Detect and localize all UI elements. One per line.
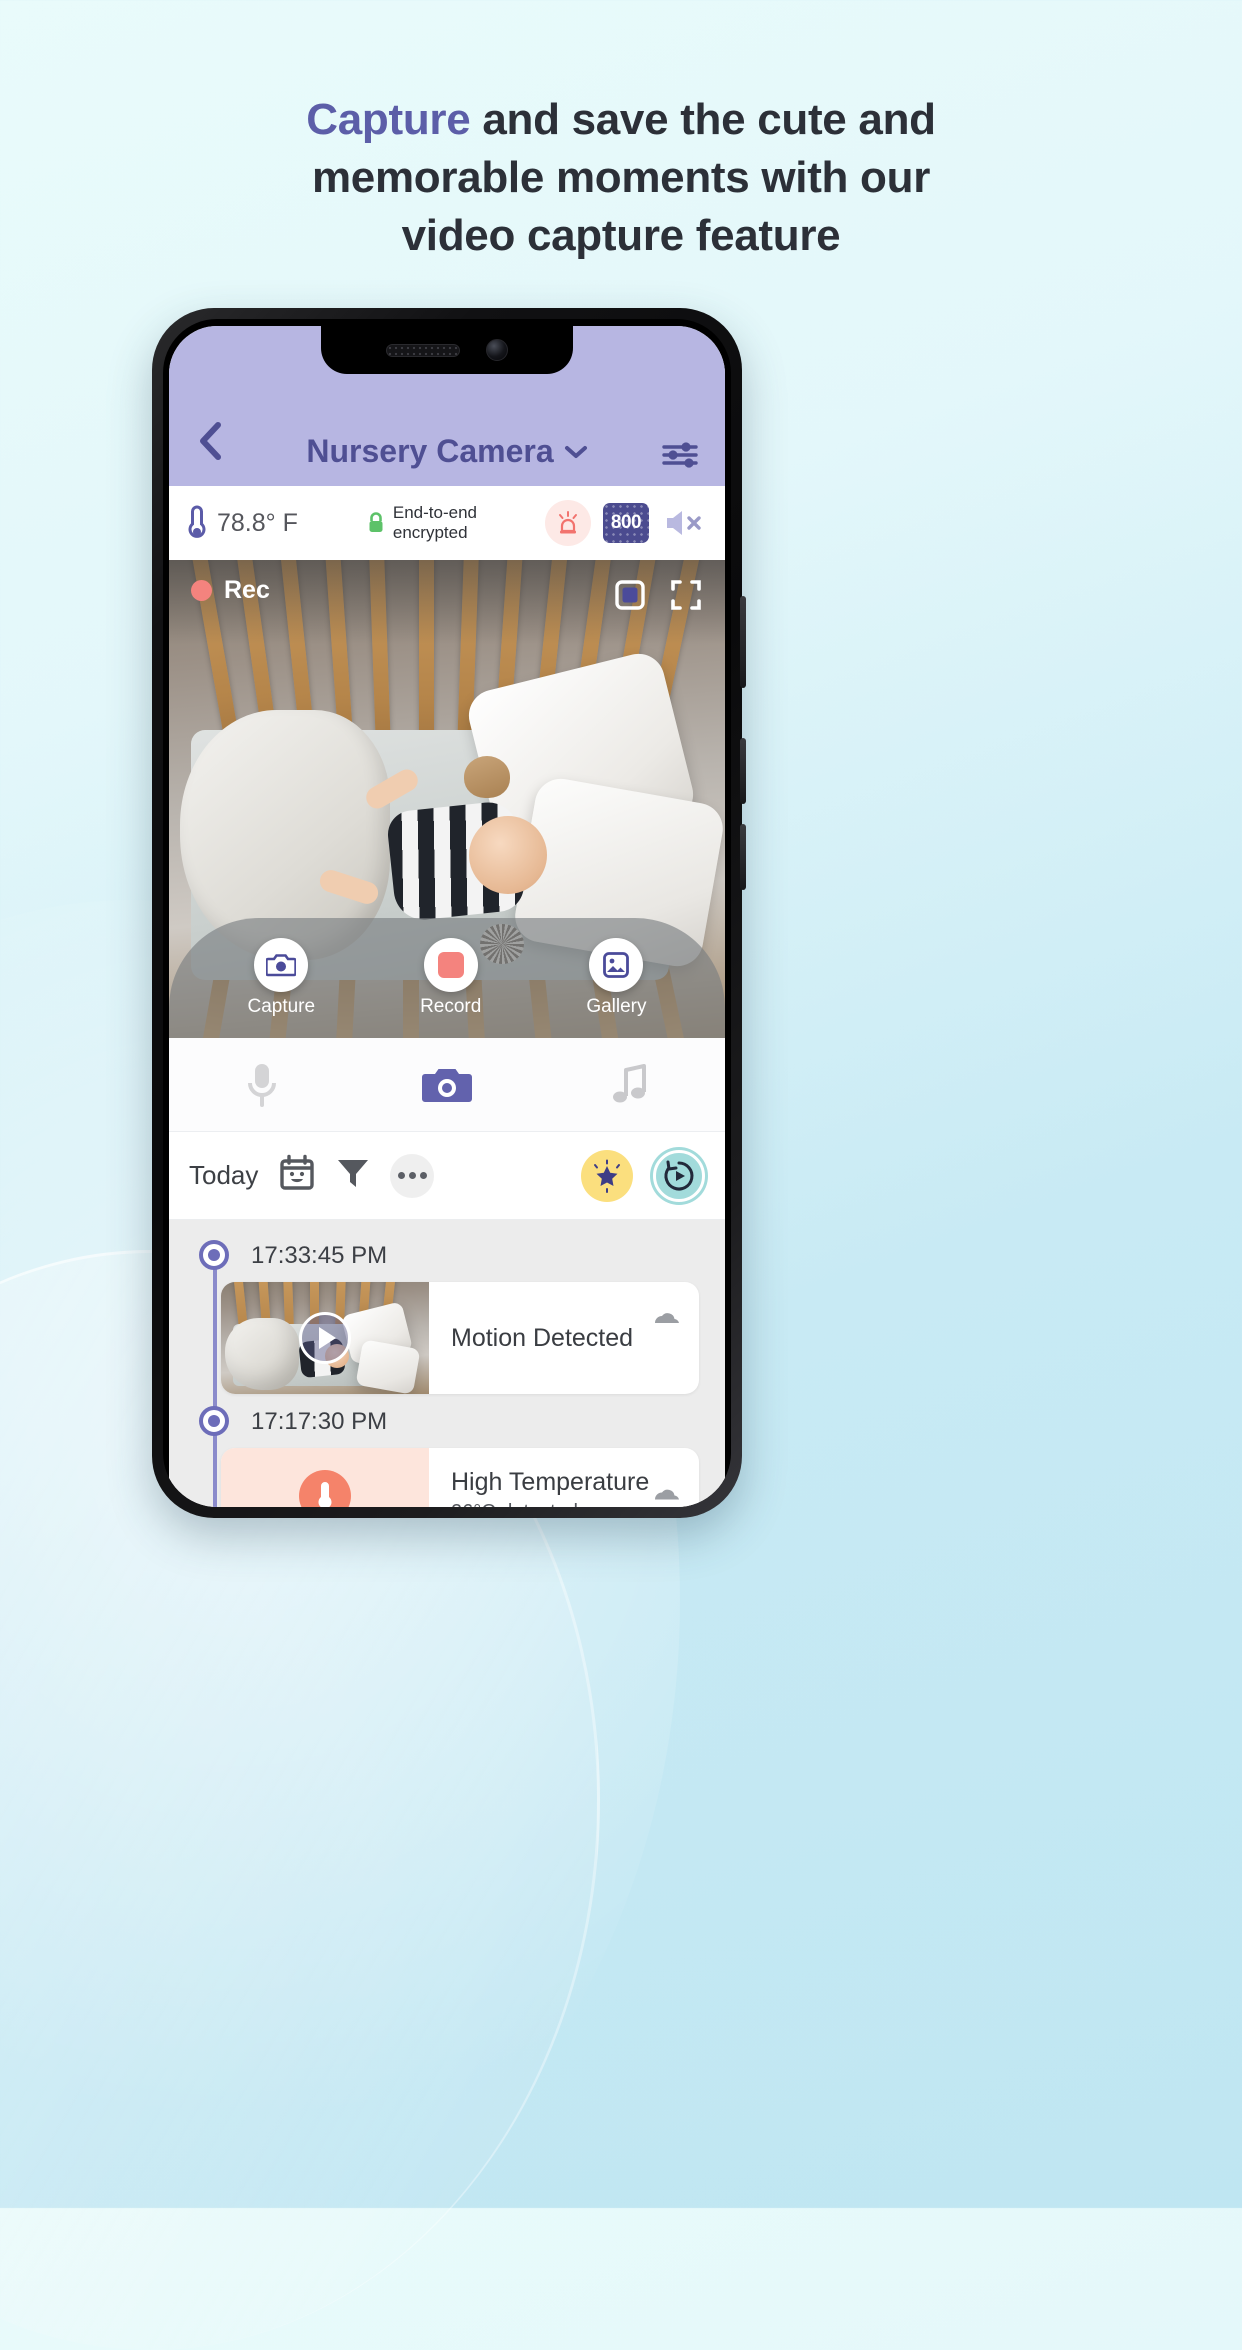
speaker-mute-icon	[667, 511, 701, 535]
play-icon	[319, 1327, 336, 1349]
event-video-thumbnail[interactable]	[221, 1282, 429, 1394]
sliders-icon	[662, 442, 698, 468]
camera-status-bar: 78.8° F End-to-end encrypted 800	[169, 486, 725, 560]
siren-icon	[559, 511, 577, 534]
mode-tab-bar	[169, 1038, 725, 1132]
encryption-line-2: encrypted	[392, 523, 468, 542]
video-quality-button[interactable]: 800	[603, 503, 649, 543]
tab-camera[interactable]	[354, 1063, 539, 1107]
timeline-node	[199, 1406, 229, 1436]
cloud-icon[interactable]	[653, 1485, 681, 1508]
mute-button[interactable]	[661, 506, 707, 540]
highlights-button[interactable]	[581, 1149, 633, 1202]
replay-button[interactable]	[653, 1149, 705, 1202]
timeline-filter-bar: Today	[169, 1132, 725, 1220]
picture-in-picture-icon	[615, 580, 645, 610]
phone-notch	[321, 326, 573, 374]
play-button[interactable]	[299, 1312, 351, 1364]
volume-down-button[interactable]	[740, 824, 746, 890]
gallery-button[interactable]	[589, 938, 644, 992]
fullscreen-icon	[671, 580, 701, 610]
headline-line2: memorable moments with our	[311, 153, 931, 202]
headline-line1-rest: and save the cute and	[470, 95, 936, 144]
phone-screen: Nursery Camera 78.8° F End-to-end encryp…	[169, 326, 725, 1507]
capture-label: Capture	[247, 996, 316, 1017]
camera-icon	[421, 1068, 472, 1102]
event-title: Motion Detected	[451, 1323, 634, 1352]
camera-title-text: Nursery Camera	[306, 433, 554, 469]
timeline-node	[199, 1240, 229, 1270]
encryption-status: End-to-end encrypted	[306, 503, 537, 542]
cloud-icon[interactable]	[653, 1308, 681, 1331]
record-label: Record	[420, 996, 482, 1017]
front-camera-icon	[486, 339, 508, 361]
sparkle-star-icon	[594, 1159, 620, 1193]
earpiece-speaker-icon	[386, 343, 460, 357]
event-time: 17:17:30 PM	[251, 1408, 388, 1435]
video-quality-label: 800	[610, 512, 642, 533]
event-timeline[interactable]: 17:33:45 PM Motion Detected 17:17:30 PM …	[169, 1220, 725, 1507]
gallery-action[interactable]: Gallery	[586, 938, 647, 1018]
lock-icon	[369, 512, 383, 532]
event-card[interactable]: High Temperature 26°C detected	[221, 1448, 699, 1507]
gallery-label: Gallery	[586, 996, 647, 1017]
record-square-icon	[437, 952, 464, 978]
replay-play-icon	[664, 1160, 694, 1190]
today-label: Today	[189, 1160, 259, 1190]
alarm-button[interactable]	[545, 500, 591, 546]
filter-button[interactable]	[336, 1155, 370, 1196]
page-headline: Capture and save the cute and memorable …	[0, 98, 1242, 272]
event-temperature-tile	[221, 1448, 429, 1507]
camera-icon	[266, 954, 297, 977]
tab-microphone[interactable]	[169, 1059, 354, 1111]
thermometer-icon	[188, 505, 206, 538]
fullscreen-button[interactable]	[669, 578, 703, 617]
thermometer-icon	[318, 1482, 332, 1507]
calendar-button[interactable]	[278, 1154, 316, 1197]
chevron-left-icon	[200, 422, 221, 460]
funnel-filter-icon	[338, 1160, 369, 1187]
timeline-event-motion[interactable]: 17:33:45 PM Motion Detected	[169, 1240, 725, 1394]
temperature-value: 78.8° F	[217, 508, 298, 537]
thermometer-badge	[299, 1470, 351, 1507]
timeline-event-temperature[interactable]: 17:17:30 PM High Temperature 26°C dete	[169, 1406, 725, 1507]
recording-indicator: Rec	[191, 576, 270, 605]
event-card[interactable]: Motion Detected	[221, 1282, 699, 1394]
event-subtitle: 26°C detected	[451, 1501, 578, 1507]
quick-action-bar: Capture Record Gallery	[169, 918, 725, 1038]
more-dots-icon	[397, 1172, 405, 1179]
music-note-icon	[613, 1063, 647, 1102]
back-button[interactable]	[195, 419, 249, 470]
event-time: 17:33:45 PM	[251, 1242, 388, 1269]
live-video-feed[interactable]: Rec Capture Record Gallery	[169, 560, 725, 1038]
record-action[interactable]: Record	[420, 938, 481, 1018]
temperature-readout: 78.8° F	[187, 504, 298, 542]
settings-button[interactable]	[645, 440, 699, 470]
encryption-line-1: End-to-end	[392, 503, 477, 523]
camera-title[interactable]: Nursery Camera	[249, 433, 645, 470]
phone-mockup: Nursery Camera 78.8° F End-to-end encryp…	[152, 308, 746, 1518]
tab-music[interactable]	[540, 1062, 725, 1108]
record-button[interactable]	[423, 938, 478, 992]
calendar-smiley-icon	[280, 1154, 315, 1190]
more-options-button[interactable]	[390, 1153, 435, 1198]
power-button[interactable]	[740, 596, 746, 688]
gallery-image-icon	[603, 952, 630, 978]
pip-button[interactable]	[613, 578, 647, 617]
recording-dot-icon	[191, 580, 212, 601]
recording-label: Rec	[224, 576, 270, 604]
event-title: High Temperature	[451, 1468, 650, 1496]
capture-action[interactable]: Capture	[247, 938, 315, 1018]
headline-accent-word: Capture	[306, 95, 471, 144]
capture-button[interactable]	[254, 938, 309, 992]
microphone-icon	[247, 1063, 276, 1107]
volume-up-button[interactable]	[740, 738, 746, 804]
headline-line3: video capture feature	[401, 211, 841, 260]
chevron-down-icon	[564, 445, 587, 458]
